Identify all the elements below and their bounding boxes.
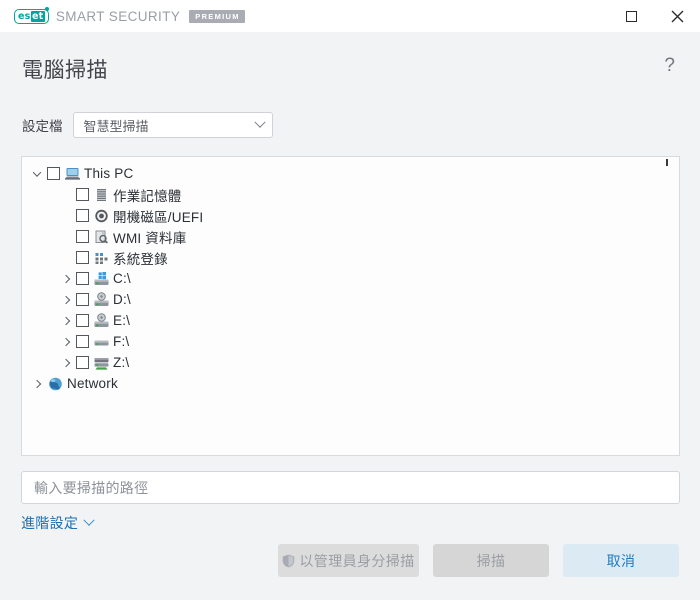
edition-badge: PREMIUM [189, 9, 245, 23]
registry-icon [93, 250, 110, 266]
tree-node[interactable]: E:\ [22, 310, 679, 331]
profile-label: 設定檔 [22, 119, 63, 134]
tree-node[interactable]: 作業記憶體 [22, 184, 679, 205]
scrollbar-thumb[interactable] [666, 159, 668, 166]
tree-node-label: C:\ [113, 271, 131, 286]
chevron-right-icon[interactable] [56, 316, 76, 325]
tree-node-label: F:\ [113, 334, 130, 349]
shield-icon [283, 554, 295, 567]
tree-node-checkbox[interactable] [76, 314, 89, 327]
drive-icon [93, 334, 110, 350]
chevron-right-icon[interactable] [56, 358, 76, 367]
tree-node[interactable]: F:\ [22, 331, 679, 352]
maximize-icon [625, 10, 637, 22]
tree-node[interactable]: D:\ [22, 289, 679, 310]
windows-drive-icon [93, 271, 110, 287]
tree-node-label: 系統登錄 [113, 251, 168, 267]
page-header: 電腦掃描 ? [0, 32, 700, 84]
scan-path-input[interactable]: 輸入要掃描的路徑 [21, 471, 680, 504]
close-icon [671, 10, 683, 22]
tree-node-checkbox[interactable] [76, 251, 89, 264]
optical-drive-icon [93, 312, 110, 329]
wmi-icon [93, 229, 110, 245]
tree-node-label: Network [67, 376, 118, 391]
boot-disc-icon [93, 208, 110, 224]
chevron-right-icon[interactable] [27, 379, 47, 388]
tree-node-checkbox[interactable] [76, 209, 89, 222]
tree-node-label: WMI 資料庫 [113, 230, 187, 246]
memory-icon [93, 187, 110, 203]
close-button[interactable] [654, 0, 700, 32]
maximize-button[interactable] [608, 0, 654, 32]
tree-node-label: This PC [84, 166, 134, 181]
computer-icon [64, 166, 81, 182]
chevron-right-icon[interactable] [56, 295, 76, 304]
tree-node[interactable]: C:\ [22, 268, 679, 289]
chevron-right-icon[interactable] [56, 337, 76, 346]
advanced-settings-link[interactable]: 進階設定 [21, 513, 95, 533]
tree-node[interactable]: 系統登錄 [22, 247, 679, 268]
title-bar: es et SMART SECURITY PREMIUM [0, 0, 700, 32]
tree-node-checkbox[interactable] [47, 167, 60, 180]
tree-node-list: This PC 作業記憶體開機磁區/UEFI WMI 資料庫 系統登錄 C:\ D:\ E:… [22, 157, 679, 394]
scan-target-tree[interactable]: This PC 作業記憶體開機磁區/UEFI WMI 資料庫 系統登錄 C:\ D:\ E:… [21, 156, 680, 456]
optical-drive-icon [93, 291, 110, 308]
tree-node-label: Z:\ [113, 355, 130, 370]
dialog-footer: 以管理員身分掃描 掃描 取消 [0, 544, 700, 577]
chevron-down-icon[interactable] [27, 167, 47, 177]
tree-node-label: E:\ [113, 313, 131, 328]
tree-node[interactable]: Z:\ [22, 352, 679, 373]
scan-button-label: 掃描 [476, 552, 506, 569]
tree-node-checkbox[interactable] [76, 356, 89, 369]
tree-node[interactable]: Network [22, 373, 679, 394]
network-drive-icon [93, 355, 110, 371]
cancel-button-label: 取消 [606, 552, 636, 569]
brand-area: es et SMART SECURITY PREMIUM [0, 7, 245, 24]
eset-logo-icon: es et [14, 7, 49, 24]
tree-node-label: 開機磁區/UEFI [113, 209, 204, 225]
page-title: 電腦掃描 [22, 59, 108, 82]
tree-node-label: D:\ [113, 292, 131, 307]
tree-node-checkbox[interactable] [76, 272, 89, 285]
eset-logo-text-b: et [30, 10, 45, 22]
globe-icon [47, 376, 64, 392]
chevron-down-icon [253, 116, 266, 128]
profile-selected-value: 智慧型掃描 [83, 118, 149, 134]
chevron-right-icon[interactable] [56, 274, 76, 283]
eset-logo-text-a: es [18, 10, 31, 22]
profile-select[interactable]: 智慧型掃描 [72, 112, 273, 138]
tree-node-checkbox[interactable] [76, 335, 89, 348]
scan-button[interactable]: 掃描 [433, 544, 549, 577]
product-name: SMART SECURITY [55, 8, 181, 24]
profile-row: 設定檔 智慧型掃描 [22, 112, 700, 138]
tree-node-label: 作業記憶體 [113, 188, 182, 204]
advanced-settings-label: 進階設定 [21, 515, 79, 531]
tree-node[interactable]: WMI 資料庫 [22, 226, 679, 247]
tree-node-checkbox[interactable] [76, 230, 89, 243]
scan-as-admin-button[interactable]: 以管理員身分掃描 [278, 544, 419, 577]
tree-node[interactable]: 開機磁區/UEFI [22, 205, 679, 226]
tree-node-checkbox[interactable] [76, 293, 89, 306]
chevron-down-icon [83, 514, 95, 526]
scan-path-placeholder: 輸入要掃描的路徑 [34, 479, 149, 496]
cancel-button[interactable]: 取消 [563, 544, 679, 577]
tree-node[interactable]: This PC [22, 163, 679, 184]
help-icon[interactable]: ? [661, 56, 678, 76]
tree-node-checkbox[interactable] [76, 188, 89, 201]
scan-as-admin-label: 以管理員身分掃描 [299, 552, 415, 569]
window-controls [608, 0, 700, 32]
